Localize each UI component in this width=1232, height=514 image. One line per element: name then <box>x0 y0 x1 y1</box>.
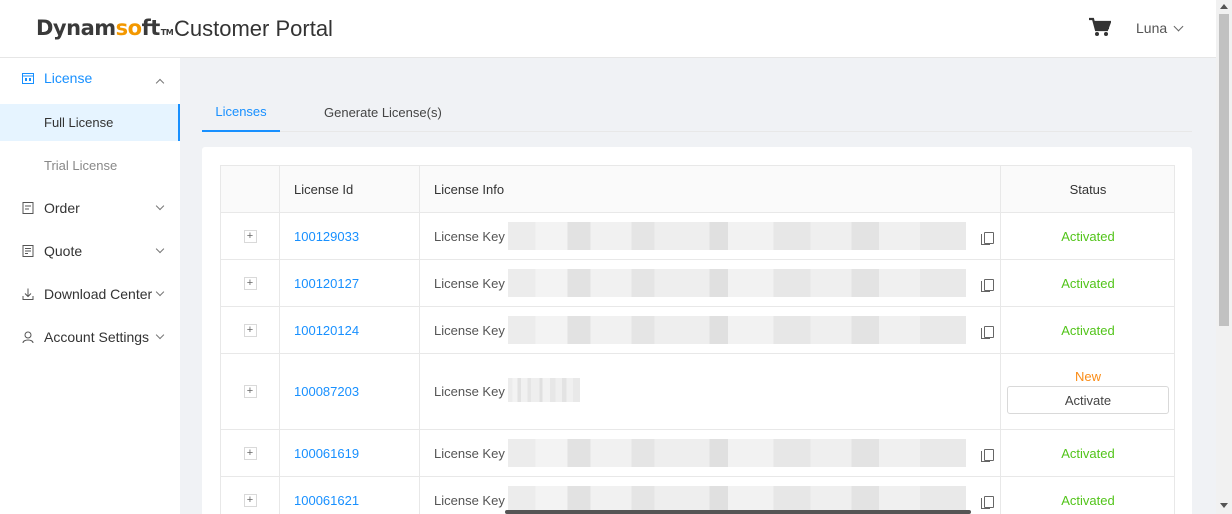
dynamsoft-logo[interactable]: Dynam s o ft TM <box>36 16 174 44</box>
table-row: + 100087203 License Key New Activate <box>221 354 1174 430</box>
tab-licenses[interactable]: Licenses <box>202 92 280 132</box>
sidebar-item-order[interactable]: Order <box>0 188 180 228</box>
scroll-up-arrow-icon[interactable] <box>1220 4 1228 9</box>
expand-row-button[interactable]: + <box>243 446 257 460</box>
redacted-license-key <box>508 439 966 467</box>
status-badge: Activated <box>1061 492 1115 508</box>
cart-icon[interactable] <box>1089 17 1111 37</box>
license-id-link[interactable]: 100087203 <box>294 384 359 399</box>
expand-row-button[interactable]: + <box>243 385 257 398</box>
download-icon <box>22 288 34 300</box>
licenses-card: License Id License Info Status + 1001290… <box>202 147 1192 514</box>
license-id-link[interactable]: 100061621 <box>294 493 359 508</box>
status-badge: New <box>1074 369 1101 384</box>
column-header-status: Status <box>1069 181 1107 197</box>
copy-icon[interactable] <box>981 449 994 462</box>
sidebar-item-license[interactable]: License <box>0 58 180 98</box>
top-header: Dynam s o ft TM Customer Portal Luna <box>0 0 1216 58</box>
sidebar-item-account-settings[interactable]: Account Settings <box>0 317 180 357</box>
chevron-down-icon <box>155 244 165 254</box>
copy-icon[interactable] <box>981 326 994 339</box>
license-icon <box>22 73 34 84</box>
expand-row-button[interactable]: + <box>243 493 257 507</box>
redacted-license-key <box>508 378 580 402</box>
status-badge: Activated <box>1061 275 1115 291</box>
redacted-license-key <box>508 316 966 344</box>
user-menu[interactable]: Luna <box>1136 20 1184 36</box>
license-key-label: License Key <box>434 492 505 508</box>
page-title: Customer Portal <box>174 16 333 41</box>
chevron-down-icon <box>155 330 165 340</box>
activate-button[interactable]: Activate <box>1007 386 1169 414</box>
table-row: + 100120127 License Key Activated <box>221 260 1174 307</box>
chevron-up-icon <box>155 78 165 88</box>
sidebar: License Full License Trial License Order… <box>0 58 180 514</box>
copy-icon[interactable] <box>981 496 994 509</box>
column-header-license-id[interactable]: License Id <box>280 166 420 212</box>
logo-o-glyph: o <box>127 16 142 40</box>
copy-icon[interactable] <box>981 279 994 292</box>
license-id-link[interactable]: 100120124 <box>294 323 359 338</box>
license-id-link[interactable]: 100120127 <box>294 276 359 291</box>
table-row: + 100061621 License Key Activated <box>221 477 1174 514</box>
license-key-label: License Key <box>434 384 505 399</box>
status-badge: Activated <box>1061 445 1115 461</box>
sidebar-item-download-center[interactable]: Download Center <box>0 274 180 314</box>
redacted-license-key <box>508 222 966 250</box>
license-id-link[interactable]: 100061619 <box>294 446 359 461</box>
license-key-label: License Key <box>434 275 505 291</box>
table-header-row: License Id License Info Status <box>221 166 1174 213</box>
column-header-license-info: License Info <box>420 166 1001 212</box>
chevron-down-icon <box>155 287 165 297</box>
vertical-scrollbar-thumb[interactable] <box>1219 14 1229 326</box>
tab-generate-licenses[interactable]: Generate License(s) <box>324 92 442 132</box>
user-icon <box>22 331 34 343</box>
copy-icon[interactable] <box>981 232 994 245</box>
sidebar-item-trial-license[interactable]: Trial License <box>0 147 180 184</box>
user-name: Luna <box>1136 20 1168 36</box>
license-tabs: Licenses Generate License(s) <box>202 92 1192 132</box>
table-row: + 100061619 License Key Activated <box>221 430 1174 477</box>
redacted-license-key <box>508 269 966 297</box>
status-badge: Activated <box>1061 322 1115 338</box>
order-icon <box>22 202 34 214</box>
table-row: + 100120124 License Key Activated <box>221 307 1174 354</box>
table-row: + 100129033 License Key Activated <box>221 213 1174 260</box>
expand-row-button[interactable]: + <box>243 276 257 290</box>
chevron-down-icon <box>155 201 165 211</box>
license-id-link[interactable]: 100129033 <box>294 229 359 244</box>
license-key-label: License Key <box>434 228 505 244</box>
scroll-down-arrow-icon[interactable] <box>1220 503 1228 508</box>
sidebar-item-full-license[interactable]: Full License <box>0 104 180 141</box>
license-key-label: License Key <box>434 445 505 461</box>
expand-row-button[interactable]: + <box>243 323 257 337</box>
expand-row-button[interactable]: + <box>243 229 257 243</box>
quote-icon <box>22 245 34 257</box>
status-badge: Activated <box>1061 228 1115 244</box>
licenses-table: License Id License Info Status + 1001290… <box>220 165 1175 514</box>
horizontal-scrollbar-thumb[interactable] <box>505 510 971 514</box>
chevron-down-icon <box>1173 21 1184 32</box>
sidebar-item-quote[interactable]: Quote <box>0 231 180 271</box>
license-key-label: License Key <box>434 322 505 338</box>
